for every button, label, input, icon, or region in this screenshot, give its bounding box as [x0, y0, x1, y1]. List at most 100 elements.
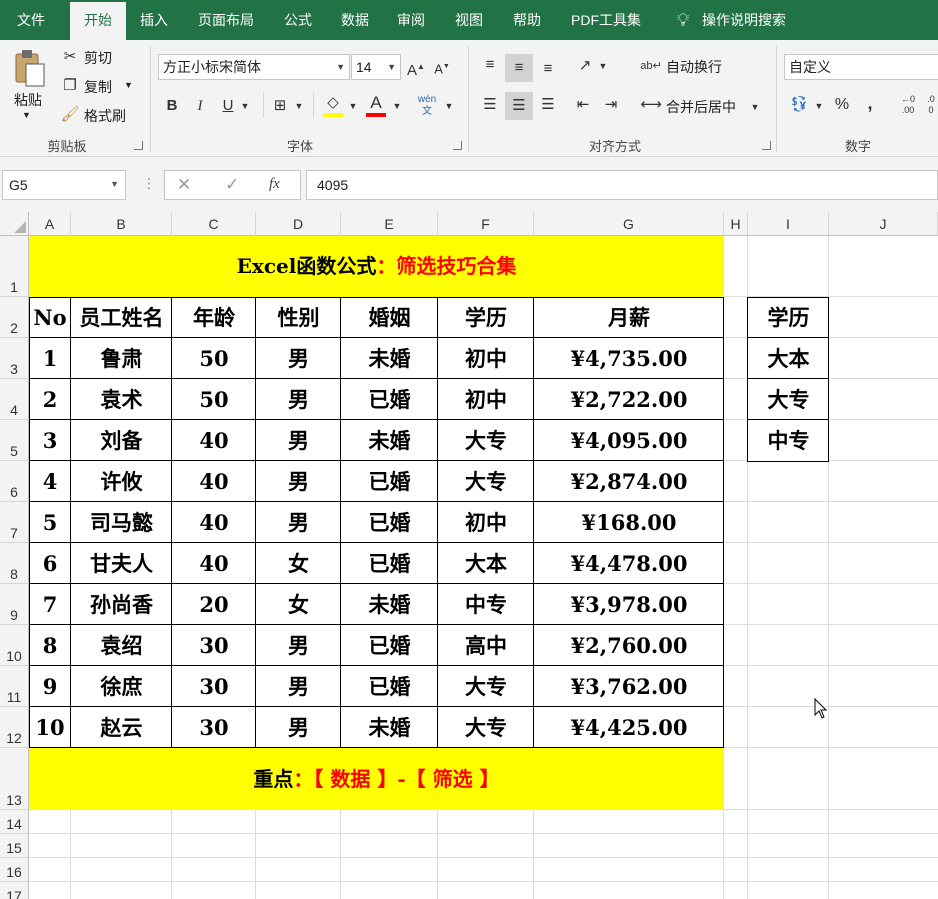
row-header-7[interactable]: 7 — [0, 502, 29, 543]
increase-decimal-icon[interactable]: ←0.00 — [896, 94, 920, 116]
orientation-icon[interactable]: ↗ — [574, 55, 596, 77]
row-header-13[interactable]: 13 — [0, 748, 29, 810]
row-header-8[interactable]: 8 — [0, 543, 29, 584]
align-right-icon[interactable]: ☰ — [536, 94, 560, 116]
merge-dropdown-icon[interactable]: ▼ — [748, 96, 762, 118]
row-header-5[interactable]: 5 — [0, 420, 29, 461]
table-cell[interactable]: ¥3,978.00 — [534, 584, 724, 625]
tab-data[interactable]: 数据 — [332, 0, 378, 40]
table-cell[interactable]: 4 — [29, 461, 71, 502]
table-cell[interactable]: 中专 — [438, 584, 534, 625]
table-cell[interactable]: 女 — [256, 543, 341, 584]
criteria-cell[interactable]: 中专 — [748, 420, 829, 461]
table-cell[interactable]: 袁绍 — [71, 625, 172, 666]
align-left-icon[interactable]: ☰ — [478, 94, 502, 116]
table-cell[interactable]: ¥4,735.00 — [534, 338, 724, 379]
table-header-cell[interactable]: 性别 — [256, 297, 341, 338]
wrap-text-icon[interactable]: ab↵ — [640, 55, 662, 77]
table-cell[interactable]: 40 — [172, 420, 256, 461]
column-header-a[interactable]: A — [29, 212, 71, 236]
table-cell[interactable]: 袁术 — [71, 379, 172, 420]
table-cell[interactable]: 2 — [29, 379, 71, 420]
grow-font-icon[interactable]: A▲ — [406, 56, 426, 82]
alignment-launcher-icon[interactable] — [762, 141, 771, 150]
table-cell[interactable]: 40 — [172, 543, 256, 584]
criteria-cell[interactable]: 大专 — [748, 379, 829, 420]
column-header-g[interactable]: G — [534, 212, 724, 236]
font-color-dropdown-icon[interactable]: ▼ — [390, 95, 404, 117]
row-header-15[interactable]: 15 — [0, 834, 29, 858]
table-cell[interactable]: 男 — [256, 625, 341, 666]
table-cell[interactable]: 孙尚香 — [71, 584, 172, 625]
align-middle-icon[interactable]: ≡ — [505, 54, 533, 82]
table-cell[interactable]: 男 — [256, 461, 341, 502]
insert-function-button[interactable]: fx — [269, 176, 280, 193]
table-cell[interactable]: 大专 — [438, 461, 534, 502]
table-header-cell[interactable]: 年龄 — [172, 297, 256, 338]
cut-button[interactable]: 剪切 — [84, 48, 112, 68]
table-cell[interactable]: 男 — [256, 379, 341, 420]
table-cell[interactable]: ¥168.00 — [534, 502, 724, 543]
table-cell[interactable]: 许攸 — [71, 461, 172, 502]
table-cell[interactable]: ¥4,425.00 — [534, 707, 724, 748]
table-header-cell[interactable]: 婚姻 — [341, 297, 438, 338]
orientation-dropdown-icon[interactable]: ▼ — [596, 55, 610, 77]
table-cell[interactable]: ¥4,478.00 — [534, 543, 724, 584]
phonetic-icon[interactable]: wén 文 — [416, 94, 438, 118]
copy-button[interactable]: 复制 — [84, 77, 112, 97]
row-header-12[interactable]: 12 — [0, 707, 29, 748]
table-cell[interactable]: 已婚 — [341, 502, 438, 543]
table-cell[interactable]: 已婚 — [341, 379, 438, 420]
italic-button[interactable]: I — [190, 95, 210, 117]
underline-dropdown-icon[interactable]: ▼ — [238, 95, 252, 117]
table-cell[interactable]: 50 — [172, 338, 256, 379]
align-bottom-icon[interactable]: ≡ — [536, 58, 560, 80]
table-cell[interactable]: 未婚 — [341, 584, 438, 625]
row-header-6[interactable]: 6 — [0, 461, 29, 502]
row-header-3[interactable]: 3 — [0, 338, 29, 379]
clipboard-launcher-icon[interactable] — [134, 141, 143, 150]
align-center-icon[interactable]: ☰ — [505, 92, 533, 120]
table-cell[interactable]: 男 — [256, 338, 341, 379]
table-cell[interactable]: 1 — [29, 338, 71, 379]
table-cell[interactable]: 未婚 — [341, 420, 438, 461]
row-header-10[interactable]: 10 — [0, 625, 29, 666]
row-header-11[interactable]: 11 — [0, 666, 29, 707]
table-cell[interactable]: 3 — [29, 420, 71, 461]
table-cell[interactable]: 徐庶 — [71, 666, 172, 707]
tab-pdf-tools[interactable]: PDF工具集 — [562, 0, 650, 40]
decrease-indent-icon[interactable]: ⇤ — [572, 94, 594, 116]
currency-dropdown-icon[interactable]: ▼ — [812, 95, 826, 117]
table-cell[interactable]: 5 — [29, 502, 71, 543]
tab-review[interactable]: 审阅 — [388, 0, 434, 40]
table-header-cell[interactable]: No — [29, 297, 71, 338]
paste-button[interactable]: 粘贴 — [14, 90, 42, 110]
table-cell[interactable]: 甘夫人 — [71, 543, 172, 584]
bold-button[interactable]: B — [162, 95, 182, 117]
table-cell[interactable]: 20 — [172, 584, 256, 625]
borders-icon[interactable]: ⊞ — [270, 95, 290, 117]
table-cell[interactable]: 高中 — [438, 625, 534, 666]
copy-dropdown-icon[interactable]: ▼ — [124, 80, 133, 90]
comma-button[interactable]: , — [860, 92, 880, 114]
merge-center-button[interactable]: 合并后居中 — [666, 97, 736, 117]
table-cell[interactable]: 30 — [172, 707, 256, 748]
table-cell[interactable]: ¥3,762.00 — [534, 666, 724, 707]
column-header-b[interactable]: B — [71, 212, 172, 236]
table-cell[interactable]: 初中 — [438, 502, 534, 543]
paste-dropdown-icon[interactable]: ▼ — [22, 110, 31, 120]
align-top-icon[interactable]: ≡ — [478, 54, 502, 78]
table-cell[interactable]: 男 — [256, 666, 341, 707]
tab-help[interactable]: 帮助 — [504, 0, 550, 40]
table-cell[interactable]: 刘备 — [71, 420, 172, 461]
table-cell[interactable]: 已婚 — [341, 461, 438, 502]
table-cell[interactable]: ¥2,874.00 — [534, 461, 724, 502]
table-cell[interactable]: ¥2,722.00 — [534, 379, 724, 420]
cancel-icon[interactable]: ✕ — [177, 175, 191, 195]
phonetic-dropdown-icon[interactable]: ▼ — [442, 95, 456, 117]
column-header-c[interactable]: C — [172, 212, 256, 236]
cut-icon[interactable]: ✂ — [60, 46, 80, 68]
table-cell[interactable]: 初中 — [438, 338, 534, 379]
row-header-1[interactable]: 1 — [0, 236, 29, 297]
column-header-i[interactable]: I — [748, 212, 829, 236]
